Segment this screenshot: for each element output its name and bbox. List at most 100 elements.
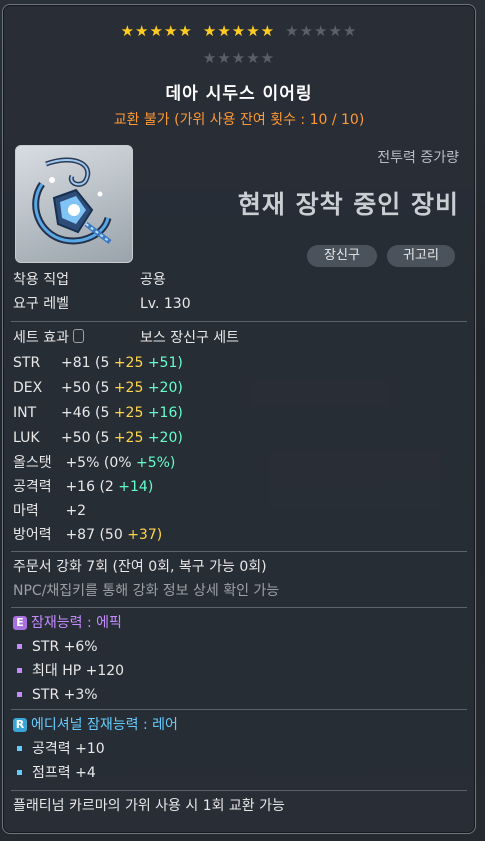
star-empty-icon: ★ [299,22,315,40]
star-empty-icon: ★ [328,22,343,40]
level-row: 요구 레벨 Lv. 130 [13,295,191,313]
potential-line-text: STR +6% [32,639,98,655]
stat-scroll: +25 [113,355,144,371]
magic-label: 마력 [13,503,39,519]
attack-flame: +14) [118,479,154,495]
defense-base: (50 [99,527,123,543]
potential-title: 잠재능력 : 에픽 [31,615,122,631]
star-empty-icon: ★ [217,49,232,67]
stat-key: LUK [13,430,40,446]
potential-line-text: 최대 HP +120 [32,663,125,679]
defense-row: 방어력 +87 (50 +37) [13,526,162,544]
allstat-flame: +5%) [135,455,176,471]
star-empty-icon: ★ [260,49,276,67]
stat-row-str: STR +81 (5 +25 +51) [13,354,183,372]
stat-flame: +16) [147,405,183,421]
item-name: 데아 시두스 이어링 [165,84,313,104]
allstat-label: 올스탯 [13,455,52,471]
divider [11,607,467,608]
allstat-base: (0% [103,455,132,471]
level-value: Lv. 130 [140,296,191,312]
bullet-icon [17,745,22,751]
trade-info: 교환 불가 (가위 사용 잔여 횟수 : 10 / 10) [113,112,365,128]
attack-label: 공격력 [13,479,52,495]
power-increase-label: 전투력 증가량 [377,150,459,166]
stat-flame: +20) [147,380,183,396]
star-filled-icon: ★ [202,22,218,40]
set-effect-row: 세트 효과 보스 장신구 세트 [13,329,239,347]
upgrade-info: 주문서 강화 7회 (잔여 0회, 복구 가능 0회) [13,559,267,575]
star-filled-icon: ★ [135,22,150,40]
potential-line-text: STR +3% [32,687,98,703]
star-filled-icon: ★ [217,22,232,40]
star-filled-icon: ★ [120,22,136,40]
star-force-row-2: ★★★★★ [3,49,475,67]
star-filled-icon: ★ [149,22,164,40]
additional-potential-header: R 에디셔널 잠재능력 : 레어 [13,716,178,734]
magic-total: +2 [65,503,87,519]
stat-base: (5 [95,380,110,396]
stat-scroll: +25 [113,380,144,396]
bullet-icon [17,769,22,775]
tag-accessory: 장신구 [307,245,377,267]
stat-base: (5 [95,405,110,421]
tag-earring: 귀고리 [387,245,455,267]
attack-base: (2 [99,479,114,495]
stat-flame: +51) [147,355,183,371]
stat-scroll: +25 [113,405,144,421]
stat-total: +50 [61,380,91,396]
allstat-row: 올스탯 +5% (0% +5%) [13,454,175,472]
bullet-icon [17,691,22,697]
job-label: 착용 직업 [13,272,69,288]
magic-row: 마력 +2 [13,502,86,520]
equipped-status: 현재 장착 중인 장비 [237,190,459,219]
attack-total: +16 [65,479,95,495]
stat-row-dex: DEX +50 (5 +25 +20) [13,379,183,397]
star-filled-icon: ★ [246,22,261,40]
additional-potential-title: 에디셔널 잠재능력 : 레어 [31,717,178,733]
attack-row: 공격력 +16 (2 +14) [13,478,153,496]
star-empty-icon: ★ [246,49,261,67]
stat-row-luk: LUK +50 (5 +25 +20) [13,429,183,447]
divider [11,709,467,710]
potential-line: STR +3% [13,686,98,704]
stat-key: STR [13,355,41,371]
star-filled-icon: ★ [163,22,179,40]
job-row: 착용 직업 공용 [13,271,166,289]
star-filled-icon: ★ [260,22,276,40]
item-icon-frame [15,145,133,263]
karma-scissors-info: 플래티넘 카르마의 가위 사용 시 1회 교환 가능 [13,798,285,814]
stat-flame: +20) [147,430,183,446]
stat-total: +46 [61,405,91,421]
potential-header: E 잠재능력 : 에픽 [13,614,122,632]
lock-icon [72,329,84,343]
defense-label: 방어력 [13,527,52,543]
divider [11,321,467,322]
potential-line: 최대 HP +120 [13,662,124,680]
divider [11,551,467,552]
star-empty-icon: ★ [342,22,358,40]
stat-row-int: INT +46 (5 +25 +16) [13,404,183,422]
additional-line: 공격력 +10 [13,740,105,758]
bullet-icon [17,643,22,649]
star-force-row-1: ★★★★★ ★★★★★ ★★★★★ [3,22,475,40]
earring-icon [32,157,112,245]
additional-line: 점프력 +4 [13,764,96,782]
defense-total: +87 [65,527,95,543]
star-empty-icon: ★ [314,22,329,40]
upgrade-hint: NPC/채집키를 통해 강화 정보 상세 확인 가능 [13,583,280,599]
stat-total: +50 [61,430,91,446]
star-empty-icon: ★ [285,22,300,40]
potential-line: STR +6% [13,638,98,656]
additional-line-text: 공격력 +10 [32,741,105,757]
star-filled-icon: ★ [178,22,193,40]
stat-base: (5 [95,355,110,371]
epic-badge-icon: E [13,616,27,630]
set-effect-label: 세트 효과 [13,330,69,346]
rare-badge-icon: R [13,718,27,732]
star-filled-icon: ★ [231,22,247,40]
stat-key: INT [13,405,37,421]
level-label: 요구 레벨 [13,296,69,312]
bullet-icon [17,667,22,673]
defense-scroll: +37) [127,527,163,543]
